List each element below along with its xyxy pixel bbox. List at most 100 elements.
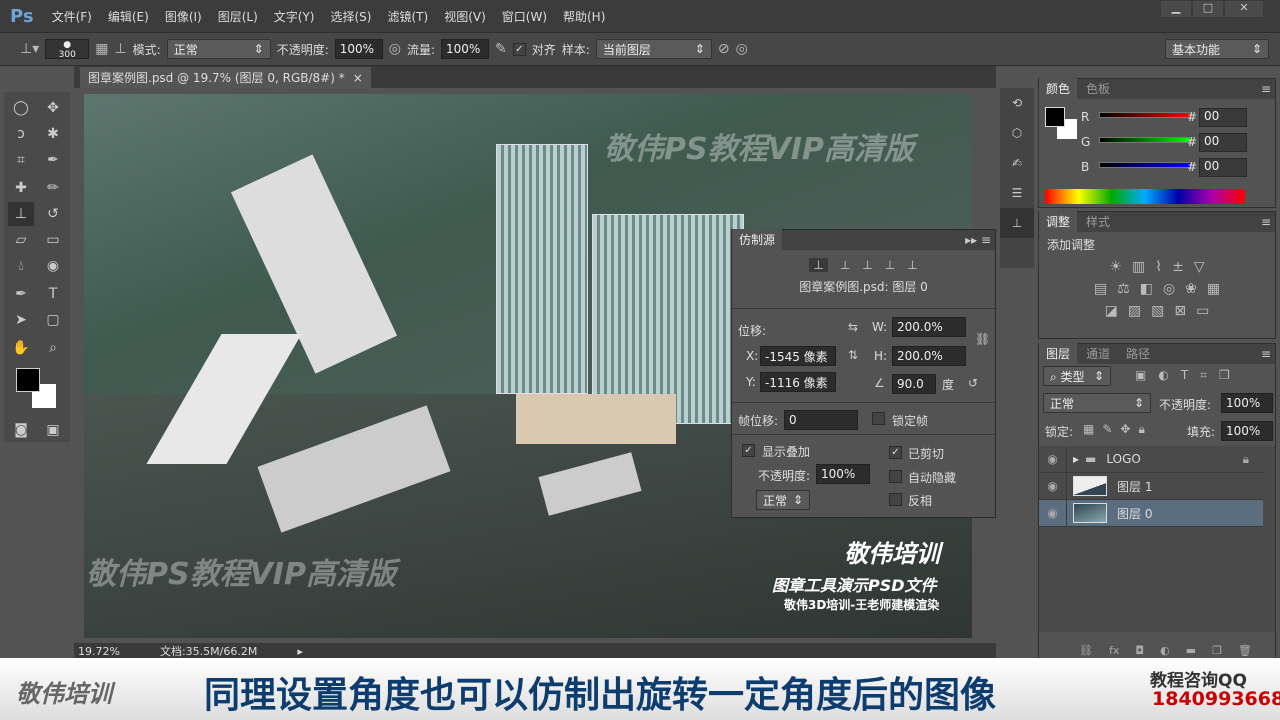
menu-layer[interactable]: 图层(L): [218, 8, 258, 25]
menu-file[interactable]: 文件(F): [52, 8, 92, 25]
show-overlay-checkbox[interactable]: ✓: [742, 444, 755, 457]
color-spectrum[interactable]: [1045, 189, 1245, 204]
dodge-tool-icon[interactable]: ◉: [40, 254, 66, 278]
visibility-eye-icon[interactable]: ◉: [1039, 446, 1067, 472]
opacity-input[interactable]: 100%: [334, 39, 383, 59]
align-checkbox[interactable]: ✓: [512, 42, 526, 56]
clone-source-slot-icon[interactable]: ⊥: [907, 258, 917, 272]
angle-input[interactable]: 90.0: [892, 374, 936, 394]
tab-channels[interactable]: 通道: [1079, 343, 1117, 364]
history-panel-icon[interactable]: ⟲: [1000, 88, 1034, 118]
menu-filter[interactable]: 滤镜(T): [387, 8, 428, 25]
clone-source-tab[interactable]: 仿制源: [732, 229, 783, 250]
sample-select[interactable]: 当前图层 ⇕: [595, 39, 712, 59]
expand-arrow-icon[interactable]: ▸: [1073, 452, 1079, 466]
maximize-button[interactable]: □: [1192, 0, 1224, 18]
filter-adjustment-icon[interactable]: ◐: [1158, 368, 1168, 383]
foreground-color-swatch[interactable]: [16, 368, 40, 392]
magic-wand-tool-icon[interactable]: ✱: [40, 122, 66, 146]
selective-color-icon[interactable]: ⊠: [1174, 303, 1186, 319]
lock-frame-checkbox[interactable]: [872, 412, 885, 425]
delete-layer-icon[interactable]: 🗑︎: [1238, 644, 1252, 657]
type-tool-icon[interactable]: T: [40, 282, 66, 306]
panel-menu-icon[interactable]: ▸▸ ≡: [965, 233, 991, 247]
offset-x-input[interactable]: -1545 像素: [760, 346, 836, 366]
layer-opacity-input[interactable]: 100%: [1221, 393, 1273, 413]
clone-stamp-tool-icon[interactable]: ⊥▾: [20, 41, 39, 57]
screen-mode-icon[interactable]: ▣: [40, 418, 66, 442]
flip-horizontal-icon[interactable]: ⇆: [848, 320, 858, 334]
fx-icon[interactable]: fx: [1109, 644, 1119, 657]
blur-tool-icon[interactable]: 💧︎: [8, 254, 34, 278]
filter-smart-icon[interactable]: ❐: [1219, 368, 1230, 383]
menu-window[interactable]: 窗口(W): [502, 8, 547, 25]
hand-tool-icon[interactable]: ✋: [8, 336, 34, 360]
brush-preset-picker[interactable]: ● 300: [45, 39, 90, 60]
menu-edit[interactable]: 编辑(E): [108, 8, 149, 25]
blue-slider[interactable]: [1099, 162, 1191, 168]
move-tool-icon[interactable]: ✥: [40, 96, 66, 120]
path-select-icon[interactable]: ➤: [8, 308, 34, 332]
tab-adjustments[interactable]: 调整: [1039, 211, 1078, 232]
brush-tool-icon[interactable]: ✏: [40, 176, 66, 200]
workspace-select[interactable]: 基本功能 ⇕: [1165, 39, 1269, 59]
healing-brush-icon[interactable]: ✚: [8, 176, 34, 200]
posterize-icon[interactable]: ▨: [1128, 303, 1141, 319]
filter-type-icon[interactable]: T: [1181, 368, 1188, 383]
overlay-blend-select[interactable]: 正常 ⇕: [756, 490, 810, 510]
status-menu-arrow[interactable]: ▸: [297, 645, 303, 658]
width-input[interactable]: 200.0%: [892, 317, 966, 337]
threshold-icon[interactable]: ▧: [1151, 303, 1164, 319]
flip-vertical-icon[interactable]: ⇅: [848, 348, 858, 362]
new-adjustment-icon[interactable]: ◐: [1160, 644, 1170, 657]
frame-offset-input[interactable]: 0: [784, 410, 858, 430]
clone-source-slot-icon[interactable]: ⊥: [840, 258, 850, 272]
zoom-level[interactable]: 19.72%: [78, 645, 120, 658]
green-value[interactable]: 00: [1199, 133, 1247, 152]
panel-menu-icon[interactable]: ≡: [1261, 215, 1271, 229]
reset-transform-icon[interactable]: ↺: [968, 376, 978, 390]
exposure-icon[interactable]: ±: [1172, 259, 1184, 275]
flow-input[interactable]: 100%: [441, 39, 490, 59]
vibrance-icon[interactable]: ▽: [1194, 259, 1205, 275]
red-value[interactable]: 00: [1199, 108, 1247, 127]
clipped-checkbox[interactable]: ✓: [889, 446, 902, 459]
filter-pixel-icon[interactable]: ▣: [1135, 368, 1146, 383]
brush-panel-icon[interactable]: ▦: [95, 41, 108, 57]
panel-menu-icon[interactable]: ≡: [1261, 347, 1271, 361]
eyedropper-tool-icon[interactable]: ✒: [40, 148, 66, 172]
mode-select[interactable]: 正常 ⇕: [166, 39, 271, 59]
lock-icons[interactable]: ▦✎✥🔒︎: [1083, 422, 1153, 437]
properties-panel-icon[interactable]: ☰: [1000, 178, 1034, 208]
tab-swatches[interactable]: 色板: [1079, 78, 1117, 99]
invert-checkbox[interactable]: [889, 493, 902, 506]
document-size[interactable]: 文档:35.5M/66.2M: [160, 643, 257, 659]
filter-shape-icon[interactable]: ⌗: [1200, 368, 1207, 383]
brightness-icon[interactable]: ☀: [1109, 259, 1122, 275]
invert-icon[interactable]: ◪: [1105, 303, 1118, 319]
tab-color[interactable]: 颜色: [1039, 78, 1078, 99]
tab-paths[interactable]: 路径: [1119, 343, 1157, 364]
lasso-tool-icon[interactable]: ↄ: [8, 122, 34, 146]
green-slider[interactable]: [1099, 137, 1191, 143]
menu-type[interactable]: 文字(Y): [274, 8, 315, 25]
gradient-map-icon[interactable]: ▭: [1196, 303, 1209, 319]
3d-panel-icon[interactable]: ⬡: [1000, 118, 1034, 148]
layer-blend-select[interactable]: 正常 ⇕: [1043, 393, 1151, 413]
zoom-tool-icon[interactable]: ⌕: [40, 336, 66, 360]
brush-panel-icon[interactable]: ✍: [1000, 148, 1034, 178]
layer-row[interactable]: ◉ 图层 1: [1039, 473, 1263, 500]
levels-icon[interactable]: ▥: [1132, 259, 1145, 275]
add-mask-icon[interactable]: ◘: [1135, 644, 1144, 657]
color-balance-icon[interactable]: ⚖: [1117, 281, 1130, 297]
layer-row-logo[interactable]: ◉ ▸ ▬ LOGO 🔒︎: [1039, 446, 1263, 473]
layer-row-selected[interactable]: ◉ 图层 0: [1039, 500, 1263, 527]
channel-mixer-icon[interactable]: ❀: [1185, 281, 1197, 297]
black-white-icon[interactable]: ◧: [1140, 281, 1153, 297]
offset-y-input[interactable]: -1116 像素: [760, 372, 836, 392]
pen-tool-icon[interactable]: ✒: [8, 282, 34, 306]
new-layer-icon[interactable]: ❐: [1212, 644, 1222, 657]
document-tab[interactable]: 图章案例图.psd @ 19.7% (图层 0, RGB/8#) * ×: [80, 67, 371, 88]
fill-input[interactable]: 100%: [1221, 421, 1273, 441]
link-layers-icon[interactable]: ⛓: [1079, 644, 1093, 657]
